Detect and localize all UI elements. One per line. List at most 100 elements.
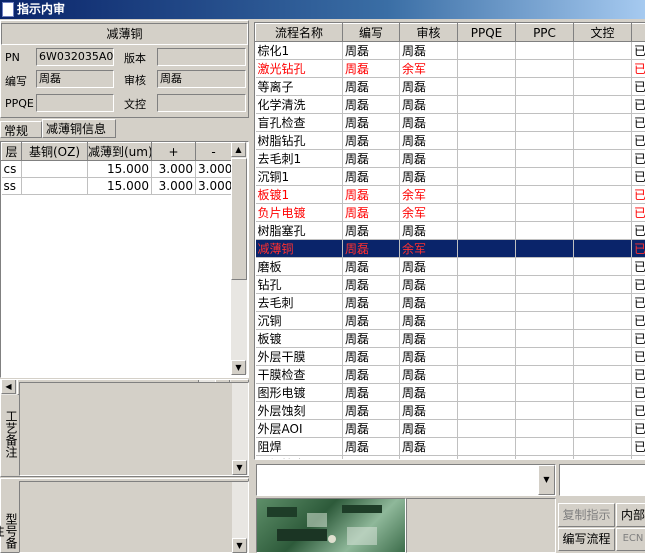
- cell-ppc[interactable]: [516, 276, 574, 294]
- table-row[interactable]: cs 15.000 3.000 3.000: [2, 161, 232, 178]
- scroll-down-icon[interactable]: ▼: [231, 360, 246, 375]
- cell-writer[interactable]: 周磊: [343, 186, 400, 204]
- cell-reviewer[interactable]: 周磊: [400, 132, 458, 150]
- cell-ppc[interactable]: [516, 420, 574, 438]
- cell-reviewer[interactable]: 周磊: [400, 384, 458, 402]
- cell-control[interactable]: [574, 60, 632, 78]
- cell-writer[interactable]: 周磊: [343, 258, 400, 276]
- cell-status[interactable]: 已: [632, 420, 645, 438]
- cell-ppc[interactable]: [516, 402, 574, 420]
- cell-ppqe[interactable]: [458, 438, 516, 456]
- cell-ppc[interactable]: [516, 330, 574, 348]
- table-row[interactable]: ss 15.000 3.000 3.000: [2, 178, 232, 195]
- cell-status[interactable]: 已: [632, 258, 645, 276]
- cell-ppqe[interactable]: [458, 258, 516, 276]
- cell-writer[interactable]: 周磊: [343, 456, 400, 461]
- cell-ppc[interactable]: [516, 114, 574, 132]
- cell-flow-name[interactable]: 激光钻孔: [256, 60, 343, 78]
- cell-writer[interactable]: 周磊: [343, 222, 400, 240]
- cell-base-copper[interactable]: [22, 161, 88, 178]
- cell-writer[interactable]: 周磊: [343, 132, 400, 150]
- cell-flow-name[interactable]: 阻焊: [256, 438, 343, 456]
- cell-control[interactable]: [574, 114, 632, 132]
- cell-ppqe[interactable]: [458, 456, 516, 461]
- cell-writer[interactable]: 周磊: [343, 240, 400, 258]
- table-row[interactable]: 沉铜1周磊周磊已: [256, 168, 645, 186]
- cell-status[interactable]: 已: [632, 60, 645, 78]
- model-remark-scrollbar[interactable]: ▼: [232, 482, 248, 552]
- cell-ppqe[interactable]: [458, 330, 516, 348]
- cell-ppqe[interactable]: [458, 384, 516, 402]
- cell-status[interactable]: 已: [632, 438, 645, 456]
- cell-flow-name[interactable]: 树脂钻孔: [256, 132, 343, 150]
- cell-ppc[interactable]: [516, 78, 574, 96]
- cell-ppc[interactable]: [516, 204, 574, 222]
- cell-ppqe[interactable]: [458, 42, 516, 60]
- col-writer[interactable]: 编写: [343, 24, 400, 42]
- cell-ppqe[interactable]: [458, 168, 516, 186]
- cell-flow-name[interactable]: 板镀: [256, 330, 343, 348]
- table-row[interactable]: 棕化1周磊周磊已: [256, 42, 645, 60]
- cell-ppqe[interactable]: [458, 204, 516, 222]
- process-remark-textarea[interactable]: ▼: [19, 382, 249, 476]
- cell-status[interactable]: 已: [632, 150, 645, 168]
- table-row[interactable]: 外层AOI周磊周磊已: [256, 420, 645, 438]
- cell-control[interactable]: [574, 330, 632, 348]
- cell-reviewer[interactable]: 周磊: [400, 258, 458, 276]
- cell-ppc[interactable]: [516, 60, 574, 78]
- cell-control[interactable]: [574, 78, 632, 96]
- cell-control[interactable]: [574, 402, 632, 420]
- table-row[interactable]: 减薄铜周磊余军已: [256, 240, 645, 258]
- cell-ppc[interactable]: [516, 150, 574, 168]
- cell-reviewer[interactable]: 周磊: [400, 402, 458, 420]
- dropdown-arrow-icon[interactable]: ▼: [538, 465, 555, 495]
- cell-status[interactable]: 已: [632, 168, 645, 186]
- cell-status[interactable]: 已: [632, 132, 645, 150]
- table-row[interactable]: 等离子周磊周磊已: [256, 78, 645, 96]
- table-row[interactable]: 激光钻孔周磊余军已: [256, 60, 645, 78]
- cell-ppc[interactable]: [516, 96, 574, 114]
- cell-ppc[interactable]: [516, 222, 574, 240]
- cell-reviewer[interactable]: 周磊: [400, 420, 458, 438]
- cell-ppqe[interactable]: [458, 348, 516, 366]
- side-note-box[interactable]: [559, 464, 645, 496]
- cell-flow-name[interactable]: 化学清洗: [256, 96, 343, 114]
- cell-ppc[interactable]: [516, 240, 574, 258]
- cell-status[interactable]: 已: [632, 330, 645, 348]
- cell-ppqe[interactable]: [458, 114, 516, 132]
- cell-control[interactable]: [574, 222, 632, 240]
- table-row[interactable]: 钻孔周磊周磊已: [256, 276, 645, 294]
- cell-control[interactable]: [574, 384, 632, 402]
- cell-writer[interactable]: 周磊: [343, 312, 400, 330]
- cell-control[interactable]: [574, 366, 632, 384]
- cell-flow-name[interactable]: 去毛刺1: [256, 150, 343, 168]
- cell-ppqe[interactable]: [458, 366, 516, 384]
- cell-ppc[interactable]: [516, 366, 574, 384]
- col-status[interactable]: [632, 24, 645, 42]
- cell-reviewer[interactable]: 周磊: [400, 150, 458, 168]
- table-row[interactable]: 磨板周磊周磊已: [256, 258, 645, 276]
- table-row[interactable]: 去毛刺周磊周磊已: [256, 294, 645, 312]
- table-row[interactable]: 外层蚀刻周磊周磊已: [256, 402, 645, 420]
- cell-writer[interactable]: 周磊: [343, 294, 400, 312]
- cell-flow-name[interactable]: 负片电镀: [256, 204, 343, 222]
- table-row[interactable]: 树脂钻孔周磊周磊已: [256, 132, 645, 150]
- cell-control[interactable]: [574, 456, 632, 461]
- cell-reviewer[interactable]: 周磊: [400, 114, 458, 132]
- scroll-up-icon[interactable]: ▲: [231, 142, 246, 157]
- cell-status[interactable]: 已: [632, 384, 645, 402]
- cell-writer[interactable]: 周磊: [343, 366, 400, 384]
- col-flow-name[interactable]: 流程名称: [256, 24, 343, 42]
- col-ppc[interactable]: PPC: [516, 24, 574, 42]
- cell-ppqe[interactable]: [458, 132, 516, 150]
- cell-layer[interactable]: ss: [2, 178, 22, 195]
- cell-ppc[interactable]: [516, 384, 574, 402]
- cell-thin-to[interactable]: 15.000: [88, 178, 152, 195]
- thin-grid-vscrollbar[interactable]: ▲ ▼: [231, 142, 247, 374]
- table-row[interactable]: 负片电镀周磊余军已: [256, 204, 645, 222]
- cell-ppc[interactable]: [516, 186, 574, 204]
- ecn-button[interactable]: ECN: [616, 528, 645, 551]
- write-flow-button[interactable]: 编写流程: [558, 528, 615, 551]
- table-row[interactable]: 阻焊周磊周磊已: [256, 438, 645, 456]
- cell-reviewer[interactable]: 余军: [400, 240, 458, 258]
